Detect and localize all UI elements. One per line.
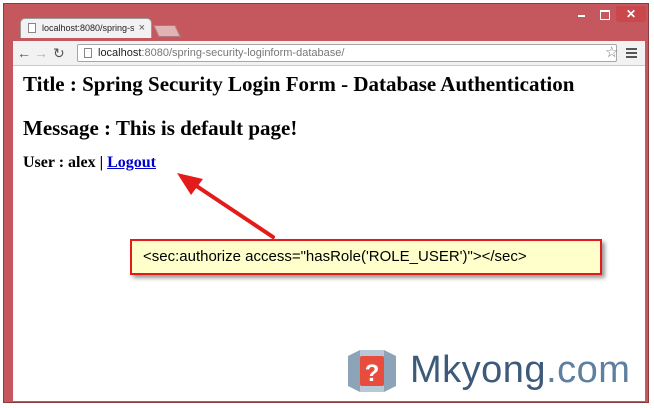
browser-toolbar: ← → ↻ localhost:8080/spring-security-log… (13, 41, 645, 66)
logout-link[interactable]: Logout (107, 154, 156, 171)
browser-tab[interactable]: localhost:8080/spring-sec × (20, 18, 152, 38)
back-icon[interactable]: ← (17, 44, 31, 62)
page-message: Message : This is default page! (23, 116, 298, 140)
url-path: :8080/spring-security-loginform-database… (141, 47, 345, 59)
page-icon (28, 23, 36, 33)
user-label: User : alex | (23, 154, 108, 171)
menu-icon[interactable] (626, 48, 637, 60)
maximize-button[interactable] (593, 6, 615, 22)
page-title: Title : Spring Security Login Form - Dat… (23, 72, 575, 96)
logo-name: Mkyong (410, 349, 547, 391)
address-bar[interactable]: localhost:8080/spring-security-loginform… (77, 44, 617, 62)
url-host: localhost (98, 47, 142, 59)
user-line: User : alex | Logout (23, 154, 156, 172)
tab-title: localhost:8080/spring-sec (42, 23, 134, 33)
new-tab-button[interactable] (153, 25, 181, 37)
browser-window: localhost:8080/spring-sec × ✕ ← → ↻ loca… (3, 3, 649, 403)
menu-line (626, 56, 637, 58)
page-icon (84, 48, 92, 58)
logo-mark-icon: ? (348, 350, 396, 392)
close-icon: ✕ (625, 7, 637, 21)
mkyong-logo: ? Mkyong.com (338, 346, 643, 396)
window-close-button[interactable]: ✕ (616, 6, 646, 22)
close-icon[interactable]: × (139, 21, 145, 35)
minimize-button[interactable] (570, 6, 592, 22)
page-content: Title : Spring Security Login Form - Dat… (13, 66, 645, 401)
code-callout: <sec:authorize access="hasRole('ROLE_USE… (130, 239, 602, 275)
logo-mark-symbol: ? (365, 360, 380, 387)
menu-line (626, 48, 637, 50)
logo-text: Mkyong.com (410, 346, 630, 394)
star-icon[interactable]: ☆ (605, 44, 618, 62)
forward-icon[interactable]: → (34, 44, 48, 62)
reload-icon[interactable]: ↻ (53, 44, 65, 62)
logo-ext: .com (546, 349, 631, 391)
menu-line (626, 52, 637, 54)
url-text: localhost:8080/spring-security-loginform… (98, 47, 344, 60)
